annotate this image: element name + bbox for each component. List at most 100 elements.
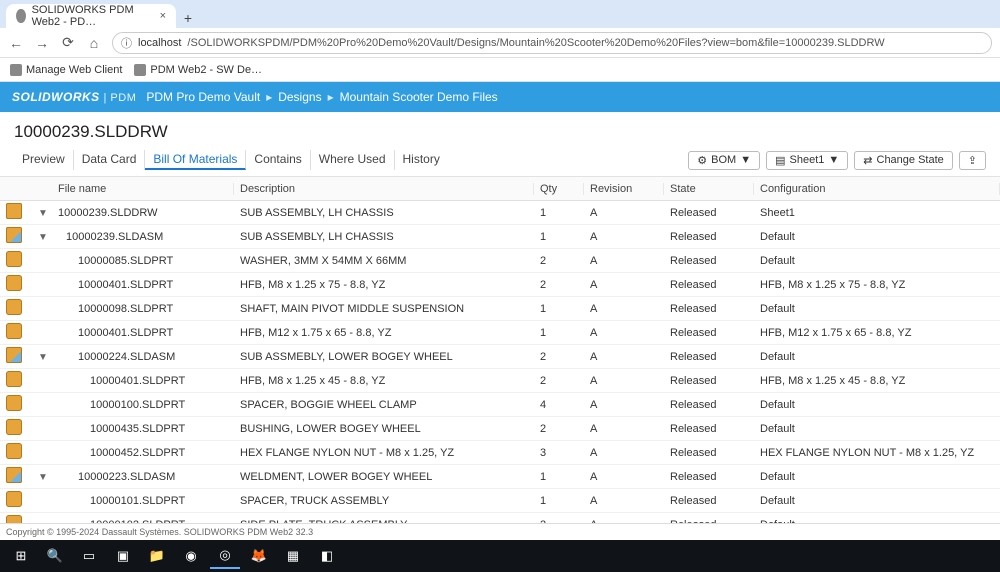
breadcrumb: PDM Pro Demo Vault ▸ Designs ▸ Mountain … [146,90,497,104]
share-icon: ⇪ [968,154,977,167]
tab-history[interactable]: History [395,150,448,170]
bookmark-item[interactable]: PDM Web2 - SW De… [134,64,262,76]
explorer-icon[interactable]: 📁 [142,543,172,569]
table-row[interactable]: ▼10000223.SLDASMWELDMENT, LOWER BOGEY WH… [0,465,1000,489]
cell-description: HFB, M12 x 1.75 x 65 - 8.8, YZ [234,327,534,339]
forward-icon[interactable]: → [34,35,50,51]
cell-description: SHAFT, MAIN PIVOT MIDDLE SUSPENSION [234,303,534,315]
cell-state: Released [664,423,754,435]
search-icon[interactable]: 🔍 [40,543,70,569]
share-button[interactable]: ⇪ [959,151,986,170]
cell-revision: A [584,255,664,267]
cell-description: SPACER, TRUCK ASSEMBLY [234,495,534,507]
col-filename[interactable]: File name [52,183,234,195]
breadcrumb-item[interactable]: PDM Pro Demo Vault [146,90,260,104]
cell-qty: 1 [534,231,584,243]
table-row[interactable]: 10000101.SLDPRTSPACER, TRUCK ASSEMBLY1AR… [0,489,1000,513]
table-row[interactable]: 10000435.SLDPRTBUSHING, LOWER BOGEY WHEE… [0,417,1000,441]
app-icon[interactable]: ◧ [312,543,342,569]
cell-state: Released [664,327,754,339]
table-header: File name Description Qty Revision State… [0,177,1000,201]
cell-state: Released [664,207,754,219]
tab-contains[interactable]: Contains [246,150,310,170]
table-row[interactable]: 10000100.SLDPRTSPACER, BOGGIE WHEEL CLAM… [0,393,1000,417]
breadcrumb-item[interactable]: Mountain Scooter Demo Files [340,90,498,104]
expand-toggle[interactable]: ▼ [38,352,48,363]
cell-filename: 10000224.SLDASM [52,351,234,363]
col-state[interactable]: State [664,183,754,195]
table-row[interactable]: 10000401.SLDPRTHFB, M8 x 1.25 x 75 - 8.8… [0,273,1000,297]
edge-icon[interactable]: ◉ [176,543,206,569]
expand-toggle[interactable]: ▼ [38,208,48,219]
back-icon[interactable]: ← [8,35,24,51]
chrome-icon[interactable]: ◎ [210,543,240,569]
new-tab-button[interactable]: + [176,10,200,28]
cell-filename: 10000401.SLDPRT [52,327,234,339]
close-icon[interactable]: × [160,10,166,22]
cell-state: Released [664,399,754,411]
cell-configuration: Default [754,495,1000,507]
cell-description: HFB, M8 x 1.25 x 45 - 8.8, YZ [234,375,534,387]
url-path: /SOLIDWORKSPDM/PDM%20Pro%20Demo%20Vault/… [187,37,884,49]
table-row[interactable]: ▼10000224.SLDASMSUB ASSMEBLY, LOWER BOGE… [0,345,1000,369]
cell-qty: 1 [534,207,584,219]
cell-revision: A [584,207,664,219]
table-row[interactable]: 10000401.SLDPRTHFB, M8 x 1.25 x 45 - 8.8… [0,369,1000,393]
change-state-button[interactable]: ⇄Change State [854,151,953,170]
prt-icon [6,395,22,411]
table-row[interactable]: ▼10000239.SLDDRWSUB ASSEMBLY, LH CHASSIS… [0,201,1000,225]
cell-filename: 10000098.SLDPRT [52,303,234,315]
tab-bill-of-materials[interactable]: Bill Of Materials [145,150,246,170]
cell-configuration: Default [754,423,1000,435]
cell-description: BUSHING, LOWER BOGEY WHEEL [234,423,534,435]
tab-where-used[interactable]: Where Used [311,150,395,170]
cell-filename: 10000239.SLDDRW [52,207,234,219]
cell-revision: A [584,327,664,339]
start-button[interactable]: ⊞ [6,543,36,569]
bom-dropdown[interactable]: ⚙BOM ▼ [688,151,760,170]
cell-state: Released [664,495,754,507]
tab-data-card[interactable]: Data Card [74,150,146,170]
col-revision[interactable]: Revision [584,183,664,195]
firefox-icon[interactable]: 🦊 [244,543,274,569]
browser-tab[interactable]: SOLIDWORKS PDM Web2 - PD… × [6,4,176,28]
reload-icon[interactable]: ⟳ [60,34,76,51]
cell-filename: 10000435.SLDPRT [52,423,234,435]
sheet-dropdown[interactable]: ▤Sheet1 ▼ [766,151,848,170]
cell-revision: A [584,375,664,387]
cell-configuration: Default [754,399,1000,411]
cell-state: Released [664,375,754,387]
tab-preview[interactable]: Preview [14,150,74,170]
cell-description: HFB, M8 x 1.25 x 75 - 8.8, YZ [234,279,534,291]
cell-filename: 10000452.SLDPRT [52,447,234,459]
table-row[interactable]: 10000085.SLDPRTWASHER, 3MM X 54MM X 66MM… [0,249,1000,273]
breadcrumb-item[interactable]: Designs [278,90,321,104]
expand-toggle[interactable]: ▼ [38,472,48,483]
chevron-right-icon: ▸ [266,90,272,104]
asm-icon [6,227,22,243]
cell-filename: 10000100.SLDPRT [52,399,234,411]
cell-state: Released [664,303,754,315]
bookmark-item[interactable]: Manage Web Client [10,64,122,76]
powershell-icon[interactable]: ▣ [108,543,138,569]
expand-toggle[interactable]: ▼ [38,232,48,243]
cell-description: SUB ASSEMBLY, LH CHASSIS [234,231,534,243]
url-field[interactable]: ⓘ localhost /SOLIDWORKSPDM/PDM%20Pro%20D… [112,32,992,54]
col-description[interactable]: Description [234,183,534,195]
table-row[interactable]: 10000098.SLDPRTSHAFT, MAIN PIVOT MIDDLE … [0,297,1000,321]
table-row[interactable]: 10000452.SLDPRTHEX FLANGE NYLON NUT - M8… [0,441,1000,465]
cell-revision: A [584,231,664,243]
table-row[interactable]: ▼10000239.SLDASMSUB ASSEMBLY, LH CHASSIS… [0,225,1000,249]
cell-revision: A [584,471,664,483]
home-icon[interactable]: ⌂ [86,35,102,51]
browser-toolbar: ← → ⟳ ⌂ ⓘ localhost /SOLIDWORKSPDM/PDM%2… [0,28,1000,58]
table-row[interactable]: 10000401.SLDPRTHFB, M12 x 1.75 x 65 - 8.… [0,321,1000,345]
prt-icon [6,251,22,267]
cell-qty: 2 [534,351,584,363]
cell-state: Released [664,255,754,267]
col-qty[interactable]: Qty [534,183,584,195]
app-icon[interactable]: ▦ [278,543,308,569]
cell-state: Released [664,447,754,459]
col-configuration[interactable]: Configuration [754,183,1000,195]
task-view-icon[interactable]: ▭ [74,543,104,569]
